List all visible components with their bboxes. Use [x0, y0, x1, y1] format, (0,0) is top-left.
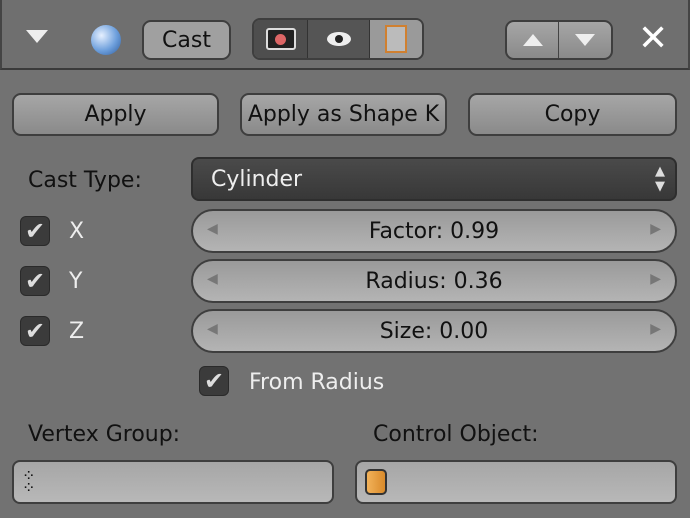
checkmark-icon: ✔	[203, 367, 225, 395]
increment-arrow-icon[interactable]: ▶	[650, 321, 661, 337]
checkmark-icon: ✔	[24, 317, 46, 345]
copy-label: Copy	[544, 102, 601, 127]
axis-x-label: X	[69, 219, 85, 244]
collapse-triangle-icon[interactable]	[26, 30, 48, 43]
apply-as-shape-button[interactable]: Apply as Shape K	[240, 93, 447, 136]
cast-type-label: Cast Type:	[28, 168, 142, 193]
increment-arrow-icon[interactable]: ▶	[650, 221, 661, 237]
render-toggle[interactable]	[254, 20, 308, 58]
arrow-up-icon	[522, 34, 543, 46]
apply-as-shape-label: Apply as Shape K	[247, 102, 440, 127]
editmode-toggle[interactable]	[370, 20, 422, 58]
camera-icon	[265, 28, 296, 50]
checkmark-icon: ✔	[24, 267, 46, 295]
checkmark-icon: ✔	[24, 217, 46, 245]
vertex-group-icon: ⁘ ⁘	[22, 466, 35, 497]
axis-y-label: Y	[69, 269, 83, 294]
control-object-label: Control Object:	[373, 422, 539, 447]
from-radius-checkbox[interactable]: ✔	[199, 366, 229, 396]
apply-label: Apply	[84, 102, 147, 127]
cast-type-value: Cylinder	[211, 166, 303, 192]
visibility-toggle-group	[252, 18, 424, 60]
vertex-group-label: Vertex Group:	[28, 422, 181, 447]
size-value: Size: 0.00	[379, 318, 489, 344]
modifier-name-field[interactable]: Cast	[142, 20, 231, 60]
cast-type-dropdown[interactable]: Cylinder ▲ ▼	[191, 157, 677, 201]
vertex-group-field[interactable]: ⁘ ⁘	[12, 460, 334, 504]
from-radius-label: From Radius	[249, 370, 385, 395]
axis-z-checkbox[interactable]: ✔	[20, 316, 50, 346]
close-icon[interactable]: ✕	[638, 18, 668, 60]
viewport-toggle[interactable]	[308, 20, 370, 58]
radius-slider[interactable]: ◀ Radius: 0.36 ▶	[191, 259, 677, 303]
axis-z-label: Z	[69, 319, 85, 344]
increment-arrow-icon[interactable]: ▶	[650, 271, 661, 287]
move-buttons	[505, 20, 613, 60]
control-object-field[interactable]	[355, 460, 677, 504]
decrement-arrow-icon[interactable]: ◀	[207, 321, 218, 337]
decrement-arrow-icon[interactable]: ◀	[207, 221, 218, 237]
edit-mode-icon	[385, 25, 407, 53]
radius-value: Radius: 0.36	[365, 268, 503, 294]
cast-modifier-icon	[91, 25, 121, 55]
modifier-name: Cast	[162, 27, 211, 53]
decrement-arrow-icon[interactable]: ◀	[207, 271, 218, 287]
updown-arrows-icon: ▲ ▼	[655, 164, 665, 194]
arrow-down-icon	[575, 34, 595, 46]
factor-slider[interactable]: ◀ Factor: 0.99 ▶	[191, 209, 677, 253]
copy-button[interactable]: Copy	[468, 93, 677, 136]
object-cube-icon	[365, 469, 387, 495]
size-slider[interactable]: ◀ Size: 0.00 ▶	[191, 309, 677, 353]
move-down-button[interactable]	[559, 22, 611, 58]
move-up-button[interactable]	[507, 22, 559, 58]
axis-y-checkbox[interactable]: ✔	[20, 266, 50, 296]
eye-icon	[326, 32, 351, 46]
axis-x-checkbox[interactable]: ✔	[20, 216, 50, 246]
factor-value: Factor: 0.99	[368, 218, 500, 244]
apply-button[interactable]: Apply	[12, 93, 219, 136]
